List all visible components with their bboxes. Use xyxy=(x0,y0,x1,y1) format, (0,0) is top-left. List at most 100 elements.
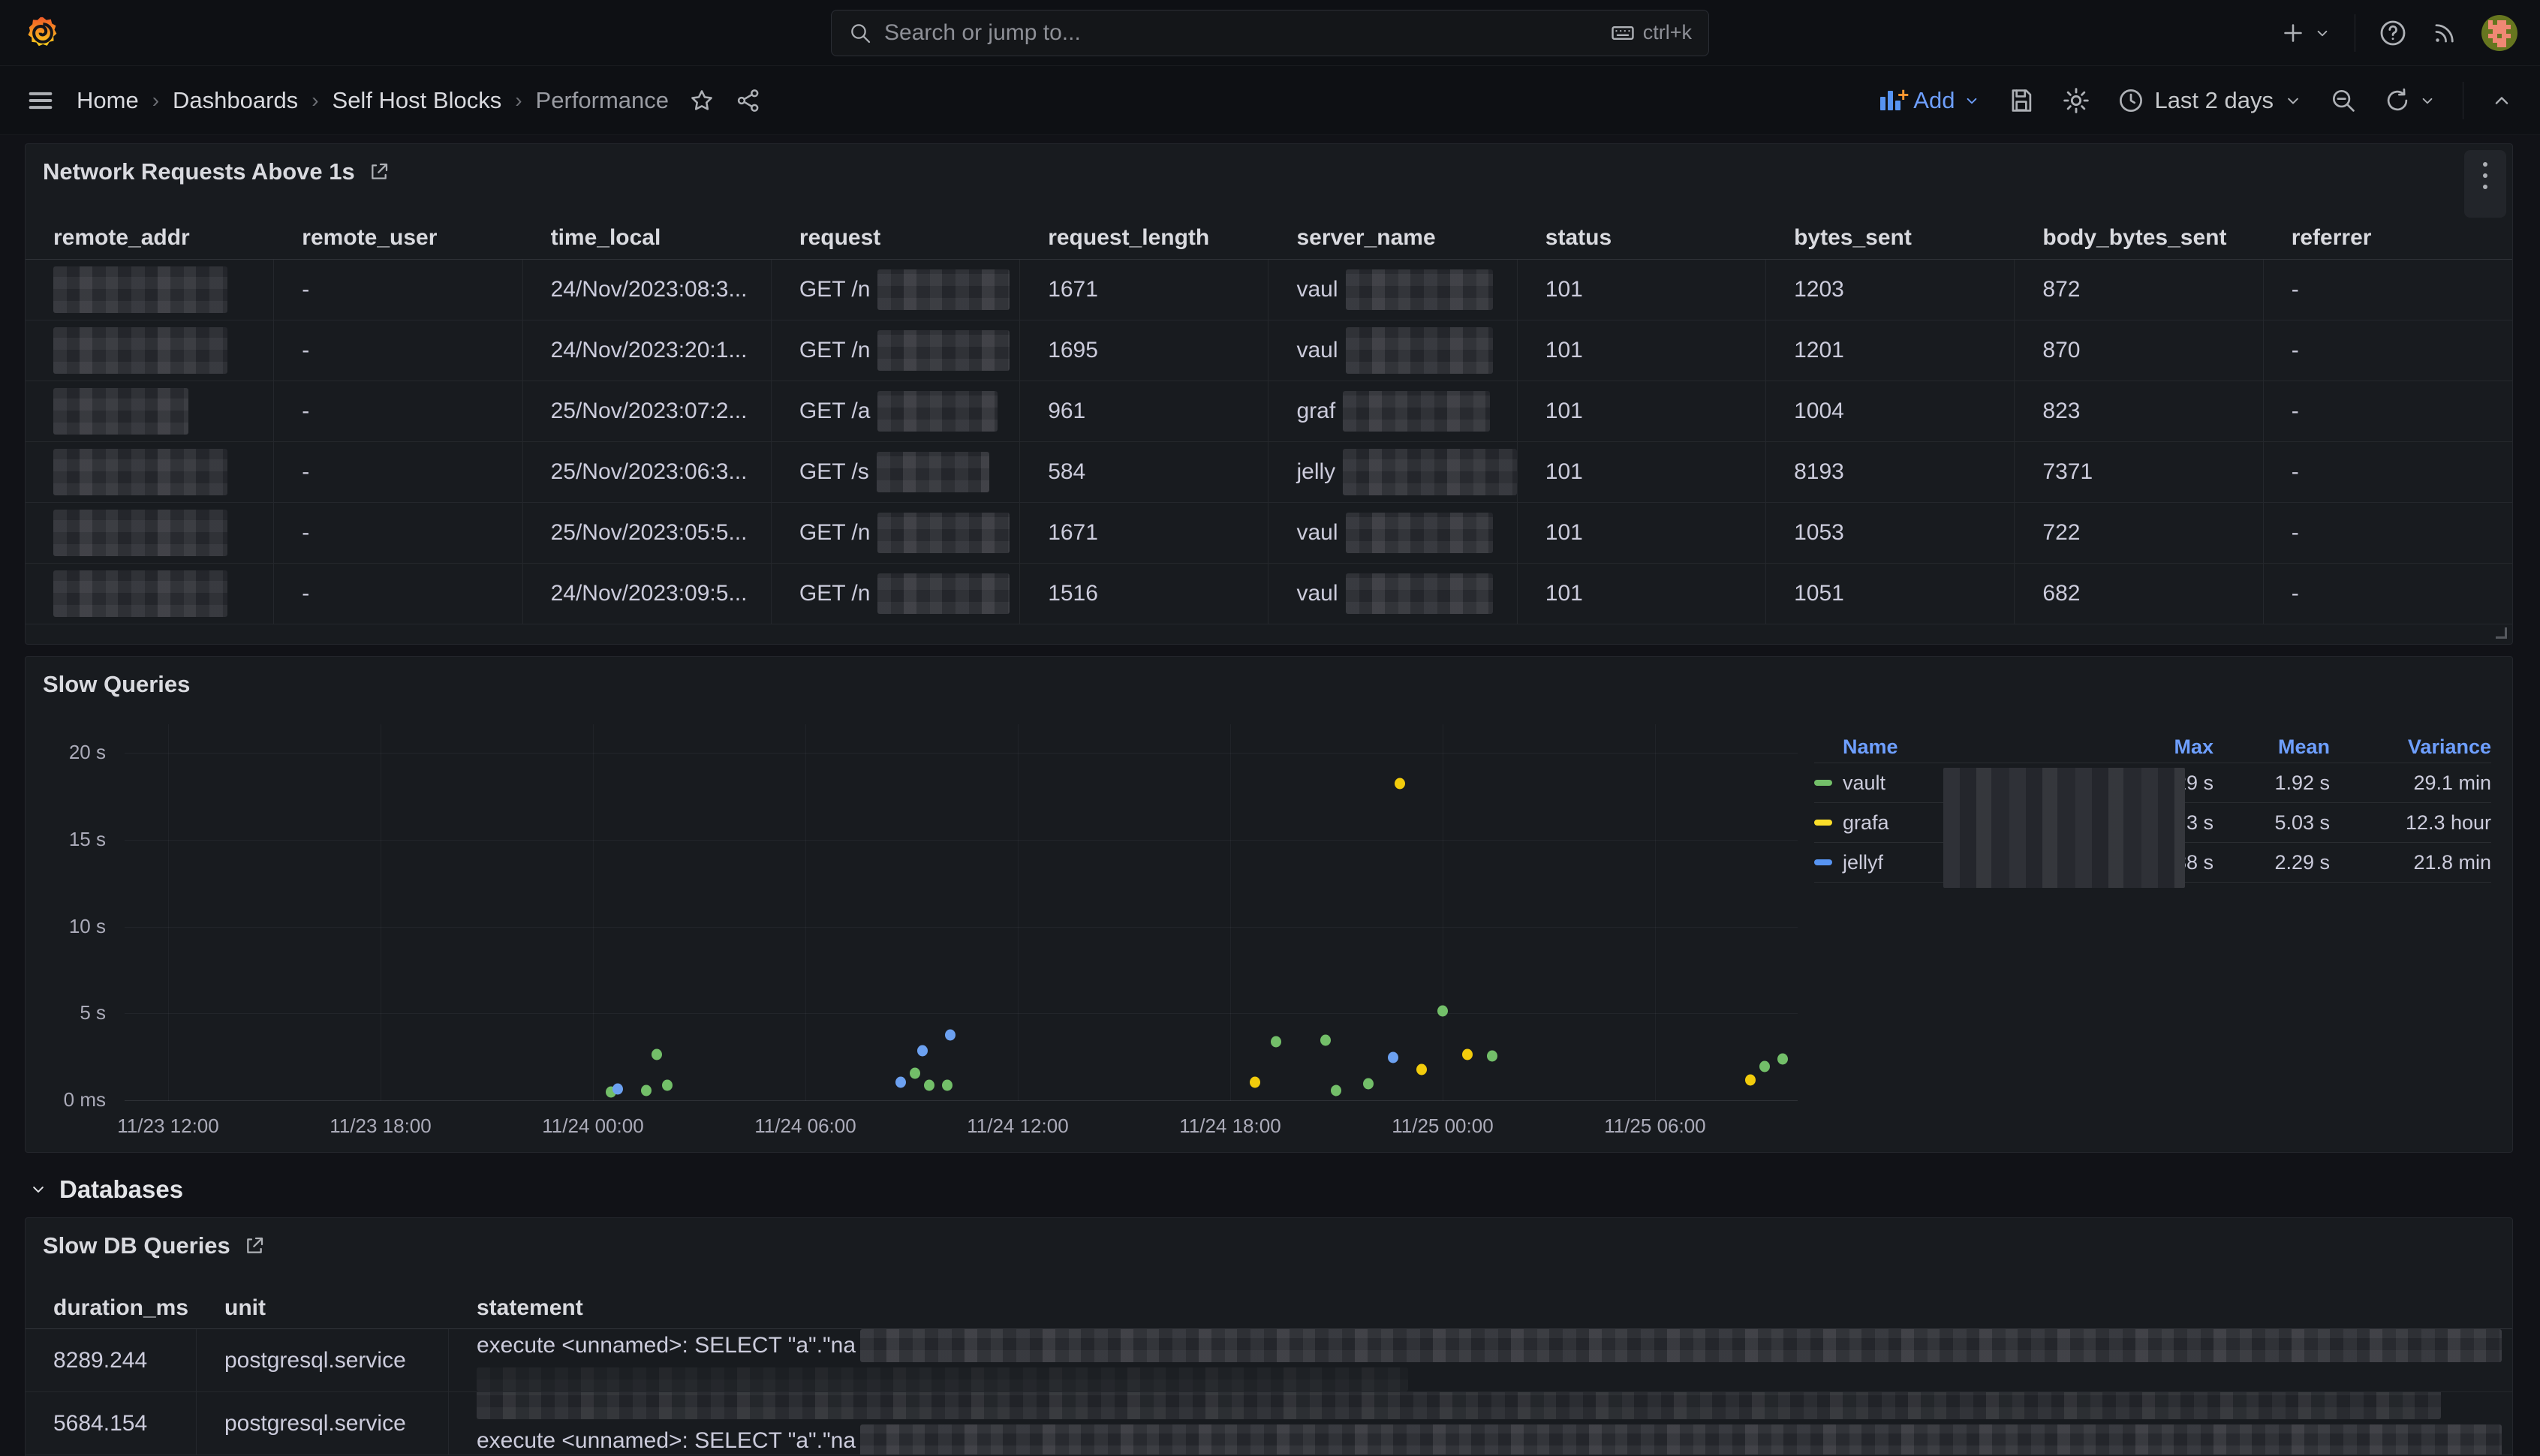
chevron-down-icon xyxy=(2283,90,2304,111)
y-axis-tick-label: 10 s xyxy=(16,915,106,938)
legend-header-mean[interactable]: Mean xyxy=(2213,736,2330,759)
cell-body_bytes_sent: 823 xyxy=(2015,381,2263,442)
table-row: 8289.244postgresql.serviceexecute <unnam… xyxy=(26,1329,2512,1392)
x-axis-tick-label: 11/23 18:00 xyxy=(330,1115,431,1138)
cell-statement: execute <unnamed>: SELECT "a"."na xyxy=(449,1329,2512,1392)
y-axis-tick-label: 20 s xyxy=(16,741,106,764)
scatter-point-vault xyxy=(1271,1036,1281,1048)
gridline xyxy=(1655,724,1656,1101)
time-range-picker[interactable]: Last 2 days xyxy=(2117,86,2304,115)
y-axis-tick-label: 15 s xyxy=(16,828,106,851)
add-panel-button[interactable]: + Add xyxy=(1880,87,1982,114)
network-table: remote_addrremote_usertime_localrequestr… xyxy=(26,216,2512,624)
scatter-chart[interactable]: 0 ms5 s10 s15 s20 s11/23 12:0011/23 18:0… xyxy=(125,724,1798,1101)
panel-title: Slow DB Queries xyxy=(43,1232,230,1259)
column-header-server_name[interactable]: server_name xyxy=(1268,216,1517,260)
cell-time_local: 24/Nov/2023:09:5... xyxy=(523,564,772,624)
refresh-button[interactable] xyxy=(2383,86,2437,115)
x-axis-tick-label: 11/24 00:00 xyxy=(542,1115,643,1138)
scatter-point-grafa xyxy=(1416,1064,1427,1075)
avatar[interactable] xyxy=(2481,15,2517,51)
external-link-icon[interactable] xyxy=(367,160,391,184)
share-icon[interactable] xyxy=(735,87,762,114)
cell-server_name: vaul xyxy=(1268,320,1517,381)
scatter-point-vault xyxy=(942,1080,952,1091)
chevron-up-icon xyxy=(2489,88,2514,113)
legend-header-name[interactable]: Name xyxy=(1814,736,2101,759)
star-icon[interactable] xyxy=(688,87,715,114)
scatter-point-vault xyxy=(1437,1005,1448,1016)
panel-title: Network Requests Above 1s xyxy=(43,158,355,185)
series-color-pill xyxy=(1814,780,1832,786)
new-menu-button[interactable] xyxy=(2280,20,2332,47)
dashboard-canvas: Network Requests Above 1s remote_addrrem… xyxy=(0,135,2540,1456)
cell-body_bytes_sent: 682 xyxy=(2015,564,2263,624)
dashboard-settings-button[interactable] xyxy=(2061,86,2091,116)
panel-menu-button[interactable] xyxy=(2464,150,2506,218)
grafana-logo[interactable] xyxy=(26,16,60,50)
column-header-remote_user[interactable]: remote_user xyxy=(274,216,522,260)
column-header-statement[interactable]: statement xyxy=(449,1287,2512,1329)
cell-remote_user: - xyxy=(274,503,522,564)
breadcrumb-home[interactable]: Home xyxy=(77,87,139,114)
rss-icon xyxy=(2430,19,2459,47)
cell-referrer: - xyxy=(2264,503,2512,564)
x-axis-tick-label: 11/25 06:00 xyxy=(1604,1115,1705,1138)
cell-remote_addr xyxy=(26,442,274,503)
breadcrumb-self-host-blocks[interactable]: Self Host Blocks xyxy=(333,87,502,114)
cell-request: GET /n xyxy=(772,260,1020,320)
cell-remote_user: - xyxy=(274,260,522,320)
table-row: -24/Nov/2023:20:1...GET /n1695vaul101120… xyxy=(26,320,2512,381)
help-button[interactable] xyxy=(2378,18,2408,48)
redacted-text xyxy=(53,570,227,617)
cell-statement: execute <unnamed>: SELECT "a"."na xyxy=(449,1392,2512,1455)
chart-legend: Name Max Mean Variance vault5.29 s1.92 s… xyxy=(1814,732,2491,883)
gridline xyxy=(125,753,1798,754)
section-databases[interactable]: Databases xyxy=(28,1172,2513,1207)
redacted-legend-names xyxy=(1943,768,2185,888)
search-input[interactable]: Search or jump to... ctrl+k xyxy=(831,10,1709,56)
column-header-duration_ms[interactable]: duration_ms xyxy=(26,1287,197,1329)
save-dashboard-button[interactable] xyxy=(2007,86,2036,115)
column-header-status[interactable]: status xyxy=(1518,216,1766,260)
y-axis-tick-label: 5 s xyxy=(16,1001,106,1024)
scatter-point-vault xyxy=(1487,1050,1497,1061)
cell-remote_addr xyxy=(26,260,274,320)
table-row: -24/Nov/2023:08:3...GET /n1671vaul101120… xyxy=(26,260,2512,320)
redacted-text xyxy=(53,510,227,556)
collapse-toolbar-button[interactable] xyxy=(2489,88,2514,113)
external-link-icon[interactable] xyxy=(242,1234,266,1258)
legend-header-variance[interactable]: Variance xyxy=(2330,736,2491,759)
news-button[interactable] xyxy=(2430,19,2459,47)
column-header-time_local[interactable]: time_local xyxy=(523,216,772,260)
legend-header-max[interactable]: Max xyxy=(2101,736,2213,759)
column-header-bytes_sent[interactable]: bytes_sent xyxy=(1766,216,2015,260)
cell-request: GET /n xyxy=(772,564,1020,624)
panel-resize-handle[interactable] xyxy=(2496,627,2507,639)
column-header-remote_addr[interactable]: remote_addr xyxy=(26,216,274,260)
cell-request_length: 1671 xyxy=(1020,260,1268,320)
breadcrumb-separator: › xyxy=(515,89,522,113)
redacted-text xyxy=(1346,269,1493,310)
cell-bytes_sent: 1053 xyxy=(1766,503,2015,564)
cell-referrer: - xyxy=(2264,320,2512,381)
mega-menu-icon[interactable] xyxy=(26,86,56,116)
column-header-unit[interactable]: unit xyxy=(197,1287,449,1329)
add-panel-icon: + xyxy=(1880,89,1906,112)
column-header-referrer[interactable]: referrer xyxy=(2264,216,2512,260)
slow-db-table: duration_msunitstatement8289.244postgres… xyxy=(26,1287,2512,1455)
scatter-point-vault xyxy=(1759,1060,1770,1072)
cell-time_local: 25/Nov/2023:07:2... xyxy=(523,381,772,442)
zoom-out-time-button[interactable] xyxy=(2329,86,2358,115)
redacted-text xyxy=(1346,513,1493,553)
column-header-body_bytes_sent[interactable]: body_bytes_sent xyxy=(2015,216,2263,260)
cell-request_length: 584 xyxy=(1020,442,1268,503)
breadcrumb-dashboards[interactable]: Dashboards xyxy=(173,87,298,114)
gridline xyxy=(125,927,1798,928)
column-header-request_length[interactable]: request_length xyxy=(1020,216,1268,260)
cell-remote_addr xyxy=(26,381,274,442)
gridline xyxy=(125,840,1798,841)
column-header-request[interactable]: request xyxy=(772,216,1020,260)
redacted-text xyxy=(477,1392,2441,1419)
scatter-point-vault xyxy=(652,1048,662,1060)
